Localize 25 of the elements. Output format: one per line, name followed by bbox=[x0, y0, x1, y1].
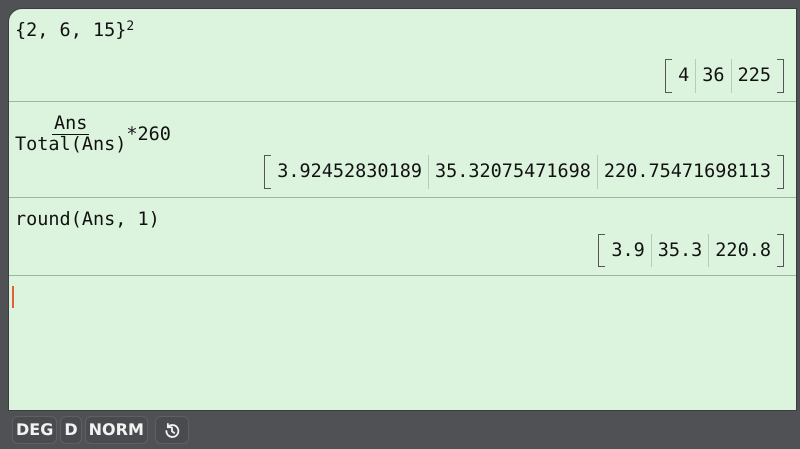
result-value: 3.92452830189 bbox=[276, 160, 423, 184]
bracket bbox=[777, 234, 784, 268]
result-value: 3.9 bbox=[610, 238, 646, 263]
result-value: 220.8 bbox=[708, 234, 777, 268]
bracket bbox=[777, 155, 784, 189]
result-value: 36 bbox=[695, 58, 731, 92]
mode-button[interactable]: DEG bbox=[12, 416, 58, 444]
input-expression: *260 bbox=[126, 123, 171, 144]
history-button[interactable] bbox=[154, 416, 189, 444]
mode-button[interactable]: NORM bbox=[84, 416, 148, 444]
bracket bbox=[777, 58, 784, 92]
result-value: 220.75471698113 bbox=[596, 155, 777, 189]
result-value: 4 bbox=[677, 64, 690, 88]
input-expression: {2, 6, 15}$^{2}$ bbox=[15, 20, 134, 41]
history-icon bbox=[162, 422, 181, 440]
fraction: Ans Total(Ans) bbox=[15, 114, 126, 156]
result-value: 35.32075471698 bbox=[428, 155, 597, 189]
result-value: 35.3 bbox=[650, 234, 708, 268]
text-cursor bbox=[12, 286, 14, 308]
bracket bbox=[598, 234, 606, 268]
input-expression: round(Ans, 1) bbox=[15, 208, 160, 230]
result-value: 225 bbox=[730, 58, 777, 92]
mode-button[interactable]: D bbox=[60, 416, 82, 444]
bracket bbox=[665, 58, 672, 92]
bracket bbox=[264, 155, 272, 189]
